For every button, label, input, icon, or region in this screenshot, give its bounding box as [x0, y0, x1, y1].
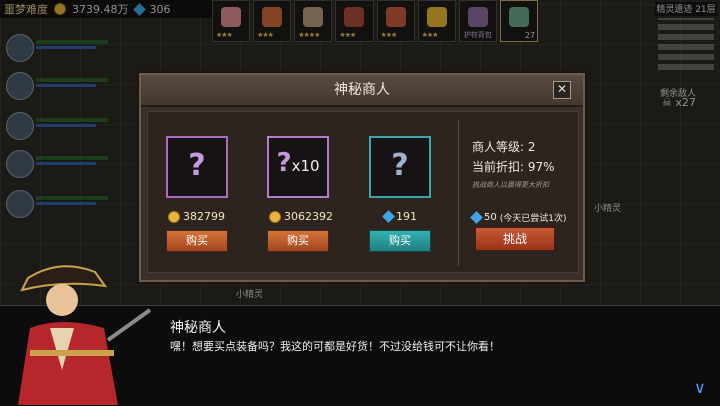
merchant-dialog: 神秘商人 ✕ ? 382799 购买 ?x10 3062392 购买 ? 191…	[139, 73, 585, 282]
speaker-name: 神秘商人	[170, 320, 226, 336]
buy-button-3[interactable]: 购买	[369, 230, 431, 252]
mystery-bundle: ?x10	[269, 148, 327, 178]
mystery-icon: ?	[391, 148, 409, 183]
challenge-cost: 50 (今天已尝试1次)	[470, 211, 567, 224]
challenge-tip: 挑战商人以赢得更大折扣	[472, 181, 549, 189]
gem-icon	[382, 210, 395, 223]
panel-divider	[458, 120, 459, 266]
price-1: 382799	[168, 210, 225, 223]
merchant-portrait	[18, 265, 152, 405]
price-3: 191	[382, 210, 417, 223]
challenge-button[interactable]: 挑战	[475, 227, 555, 251]
challenge-note: (今天已尝试1次)	[499, 214, 567, 224]
mystery-item-slot-1[interactable]: ?	[166, 136, 228, 198]
discount-label: 当前折扣:	[472, 160, 525, 174]
discount-value: 97%	[527, 160, 555, 174]
merchant-level-value: 2	[527, 140, 536, 154]
price-2: 3062392	[269, 210, 333, 223]
gold-coin-icon	[168, 210, 180, 223]
close-icon[interactable]: ✕	[553, 81, 571, 99]
mystery-icon: ?	[188, 148, 206, 183]
dialog-title: 神秘商人	[141, 75, 583, 107]
buy-button-2[interactable]: 购买	[267, 230, 329, 252]
merchant-level: 商人等级: 2	[472, 138, 536, 155]
bundle-quantity: x10	[291, 157, 320, 175]
mystery-icon: ?	[276, 148, 292, 178]
chevron-down-icon[interactable]: ∨	[694, 378, 706, 397]
mystery-item-slot-3[interactable]: ?	[369, 136, 431, 198]
dialogue-text: 嘿！想要买点装备吗？我这的可都是好货！不过没给钱可不让你看！	[170, 340, 500, 353]
current-discount: 当前折扣: 97%	[472, 158, 555, 175]
price-value: 382799	[183, 210, 225, 223]
challenge-cost-value: 50	[484, 212, 497, 223]
shop-panel: ? 382799 购买 ?x10 3062392 购买 ? 191 购买 商人等…	[147, 111, 579, 273]
price-value: 191	[396, 210, 417, 223]
price-value: 3062392	[284, 210, 333, 223]
gem-icon	[470, 211, 483, 224]
mystery-item-slot-2[interactable]: ?x10	[267, 136, 329, 198]
gold-coin-icon	[269, 210, 281, 223]
merchant-level-label: 商人等级:	[472, 140, 525, 154]
buy-button-1[interactable]: 购买	[166, 230, 228, 252]
